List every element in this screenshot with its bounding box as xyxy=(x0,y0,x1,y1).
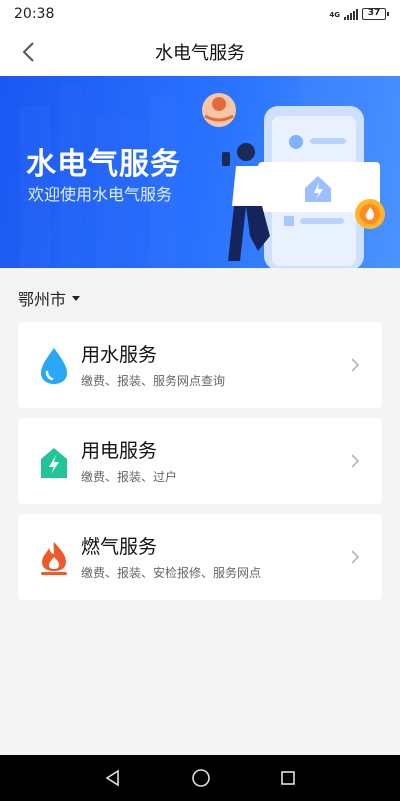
banner-subtitle: 欢迎使用水电气服务 xyxy=(28,185,173,204)
gas-flame-icon xyxy=(41,542,67,575)
nav-recents-square-icon[interactable] xyxy=(280,770,296,786)
card-title: 燃气服务 xyxy=(81,536,158,558)
electricity-service-card[interactable]: 用电服务 缴费、报装、过户 xyxy=(18,418,382,504)
battery-icon: 37 xyxy=(362,8,389,20)
caret-down-icon xyxy=(72,295,81,301)
status-indicators: 4G 37 xyxy=(329,8,389,20)
nav-home-circle-icon[interactable] xyxy=(191,768,211,788)
card-title: 用电服务 xyxy=(81,440,158,462)
chevron-right-icon xyxy=(351,454,360,468)
card-subtitle: 缴费、报装、安检报修、服务网点 xyxy=(81,566,262,580)
top-nav-bar: 水电气服务 xyxy=(0,28,400,76)
chevron-right-icon xyxy=(351,358,360,372)
back-button[interactable] xyxy=(14,38,42,66)
water-service-card[interactable]: 用水服务 缴费、报装、服务网点查询 xyxy=(18,322,382,408)
network-type: 4G xyxy=(329,11,340,19)
water-drop-icon xyxy=(41,348,67,384)
card-subtitle: 缴费、报装、过户 xyxy=(81,470,178,484)
gas-service-card[interactable]: 燃气服务 缴费、报装、安检报修、服务网点 xyxy=(18,514,382,600)
signal-icon xyxy=(344,8,358,20)
status-bar: 20:38 4G 37 xyxy=(0,0,400,28)
banner-title: 水电气服务 xyxy=(26,147,181,182)
electricity-icon xyxy=(41,448,67,478)
city-selector[interactable]: 鄂州市 xyxy=(18,286,81,310)
back-arrow-icon xyxy=(22,42,34,62)
card-title: 用水服务 xyxy=(81,344,158,366)
system-nav-bar xyxy=(0,755,400,801)
nav-back-triangle-icon[interactable] xyxy=(104,769,122,787)
city-name: 鄂州市 xyxy=(18,290,67,309)
page-title: 水电气服务 xyxy=(155,43,245,64)
card-subtitle: 缴费、报装、服务网点查询 xyxy=(81,374,226,388)
chevron-right-icon xyxy=(351,550,360,564)
status-time: 20:38 xyxy=(14,6,55,22)
hero-banner: 水电气服务 欢迎使用水电气服务 xyxy=(0,76,400,268)
